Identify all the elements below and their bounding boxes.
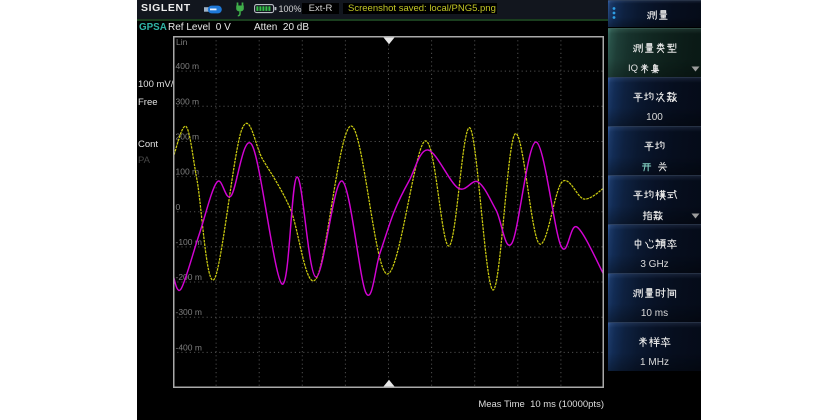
- svg-text:-200 m: -200 m: [176, 272, 202, 282]
- svg-text:0: 0: [176, 202, 181, 212]
- svg-text:400 m: 400 m: [176, 61, 200, 71]
- svg-text:-400 m: -400 m: [176, 342, 202, 352]
- svg-text:-300 m: -300 m: [176, 307, 202, 317]
- svg-text:Lin: Lin: [176, 37, 188, 47]
- svg-text:300 m: 300 m: [176, 96, 200, 106]
